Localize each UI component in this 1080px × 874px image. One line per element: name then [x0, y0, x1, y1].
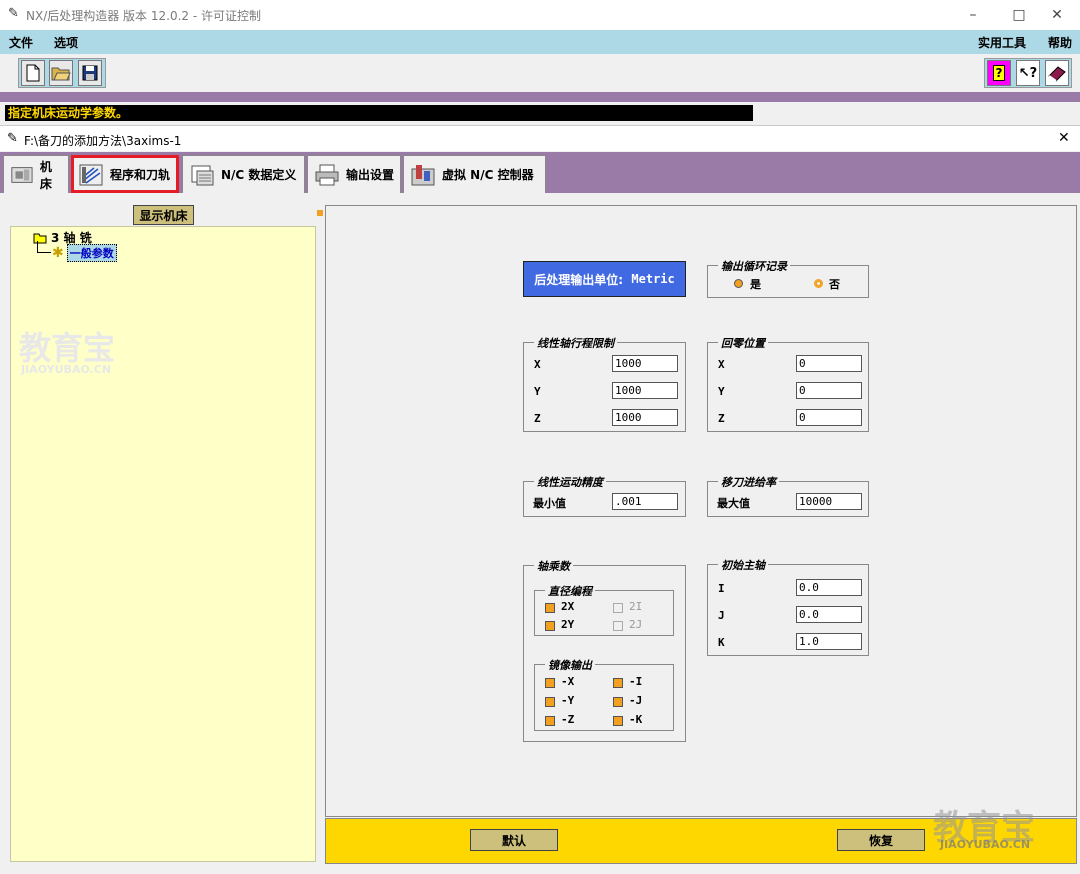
tab-machine[interactable]: 机床 — [3, 155, 69, 193]
restore-button[interactable]: 恢复 — [837, 829, 925, 851]
machine-icon — [11, 166, 33, 183]
tab-label: 机床 — [39, 159, 52, 191]
traversal-feed-group: 移刀进给率 最大值 10000 — [707, 474, 869, 517]
subwindow-title: F:\备刀的添加方法\3axims-1 — [24, 134, 182, 148]
gear-icon: ✱ — [52, 245, 64, 261]
watermark-url: JIAOYUBAO.CN — [21, 363, 112, 376]
nc-data-icon — [191, 165, 214, 185]
output-unit-display: 后处理输出单位: Metric — [523, 261, 686, 297]
checkbox-minus-k[interactable] — [613, 716, 623, 726]
manual-book-icon[interactable] — [1045, 60, 1069, 86]
tab-program-toolpath[interactable]: 程序和刀轨 — [71, 155, 179, 193]
menu-help[interactable]: 帮助 — [1048, 34, 1072, 51]
tab-label: N/C 数据定义 — [221, 168, 297, 182]
feather-icon: ✎ — [7, 131, 18, 146]
menu-options[interactable]: 选项 — [54, 34, 78, 51]
sash-handle[interactable] — [317, 210, 323, 216]
spindle-i-field[interactable]: 0.0 — [796, 579, 862, 596]
show-machine-button[interactable]: 显示机床 — [133, 205, 194, 225]
minimize-icon[interactable]: – — [950, 0, 996, 30]
tab-nc-data-definition[interactable]: N/C 数据定义 — [182, 155, 305, 193]
checkbox-minus-y[interactable] — [545, 697, 555, 707]
checkbox-2x[interactable] — [545, 603, 555, 613]
open-folder-icon[interactable] — [49, 60, 73, 86]
checkbox-minus-z[interactable] — [545, 716, 555, 726]
feather-icon: ✎ — [8, 6, 19, 21]
menu-file[interactable]: 文件 — [9, 34, 33, 51]
checkbox-2i[interactable] — [613, 603, 623, 613]
tree-panel: 3 轴 铣 ✱ 一般参数 教育宝 JIAOYUBAO.CN — [10, 226, 316, 862]
new-file-icon[interactable] — [21, 60, 45, 86]
circular-record-group: 输出循环记录 是 否 — [707, 258, 869, 298]
default-button[interactable]: 默认 — [470, 829, 558, 851]
home-position-group: 回零位置 X 0 Y 0 Z 0 — [707, 335, 869, 432]
travel-y-field[interactable]: 1000 — [612, 382, 678, 399]
resolution-min-field[interactable]: .001 — [612, 493, 678, 510]
title-bar: ✎ NX/后处理构造器 版本 12.0.2 - 许可证控制 – □ ✕ — [0, 0, 1080, 30]
close-icon[interactable]: ✕ — [1034, 0, 1080, 30]
watermark-url: JIAOYUBAO.CN — [940, 838, 1031, 851]
window-title: NX/后处理构造器 版本 12.0.2 - 许可证控制 — [26, 9, 261, 23]
subwindow-close-icon[interactable]: ✕ — [1058, 130, 1070, 146]
checkbox-minus-j[interactable] — [613, 697, 623, 707]
help-question-icon[interactable]: ? — [987, 60, 1011, 86]
home-y-field[interactable]: 0 — [796, 382, 862, 399]
checkbox-minus-i[interactable] — [613, 678, 623, 688]
save-icon[interactable] — [78, 60, 102, 86]
printer-icon — [315, 164, 339, 185]
traversal-max-field[interactable]: 10000 — [796, 493, 862, 510]
radio-yes[interactable] — [734, 279, 743, 288]
checkbox-minus-x[interactable] — [545, 678, 555, 688]
parameters-panel — [325, 205, 1077, 817]
home-z-field[interactable]: 0 — [796, 409, 862, 426]
spindle-j-field[interactable]: 0.0 — [796, 606, 862, 623]
axis-multiplier-group: 轴乘数 直径编程 2X 2I 2Y 2J 镜像输出 -X -I -Y -J -Z… — [523, 558, 686, 742]
tree-item-general-params[interactable]: ✱ 一般参数 — [52, 244, 117, 262]
subwindow-title-bar: ✎ F:\备刀的添加方法\3axims-1 ✕ — [0, 125, 1080, 151]
separator-bar — [0, 92, 1080, 102]
linear-resolution-group: 线性运动精度 最小值 .001 — [523, 474, 686, 517]
tab-output-settings[interactable]: 输出设置 — [307, 155, 401, 193]
home-x-field[interactable]: 0 — [796, 355, 862, 372]
toolpath-icon — [79, 164, 103, 185]
spindle-k-field[interactable]: 1.0 — [796, 633, 862, 650]
virtual-controller-icon — [411, 164, 435, 185]
tab-label: 程序和刀轨 — [110, 168, 171, 182]
menu-bar: 文件 选项 实用工具 帮助 — [0, 30, 1080, 54]
tab-virtual-nc-controller[interactable]: 虚拟 N/C 控制器 — [403, 155, 546, 193]
status-message: 指定机床运动学参数。 — [5, 105, 753, 121]
travel-z-field[interactable]: 1000 — [612, 409, 678, 426]
radio-no[interactable] — [814, 279, 823, 288]
menu-utilities[interactable]: 实用工具 — [978, 34, 1026, 51]
checkbox-2j[interactable] — [613, 621, 623, 631]
travel-x-field[interactable]: 1000 — [612, 355, 678, 372]
mirror-output-group: 镜像输出 -X -I -Y -J -Z -K — [534, 657, 674, 731]
checkbox-2y[interactable] — [545, 621, 555, 631]
diameter-programming-group: 直径编程 2X 2I 2Y 2J — [534, 583, 674, 636]
toolbar: ? ↖? — [0, 54, 1080, 92]
travel-limit-group: 线性轴行程限制 X 1000 Y 1000 Z 1000 — [523, 335, 686, 432]
tab-label: 输出设置 — [346, 168, 395, 182]
tab-label: 虚拟 N/C 控制器 — [442, 168, 534, 182]
context-help-icon[interactable]: ↖? — [1016, 60, 1040, 86]
initial-spindle-group: 初始主轴 I 0.0 J 0.0 K 1.0 — [707, 557, 869, 656]
